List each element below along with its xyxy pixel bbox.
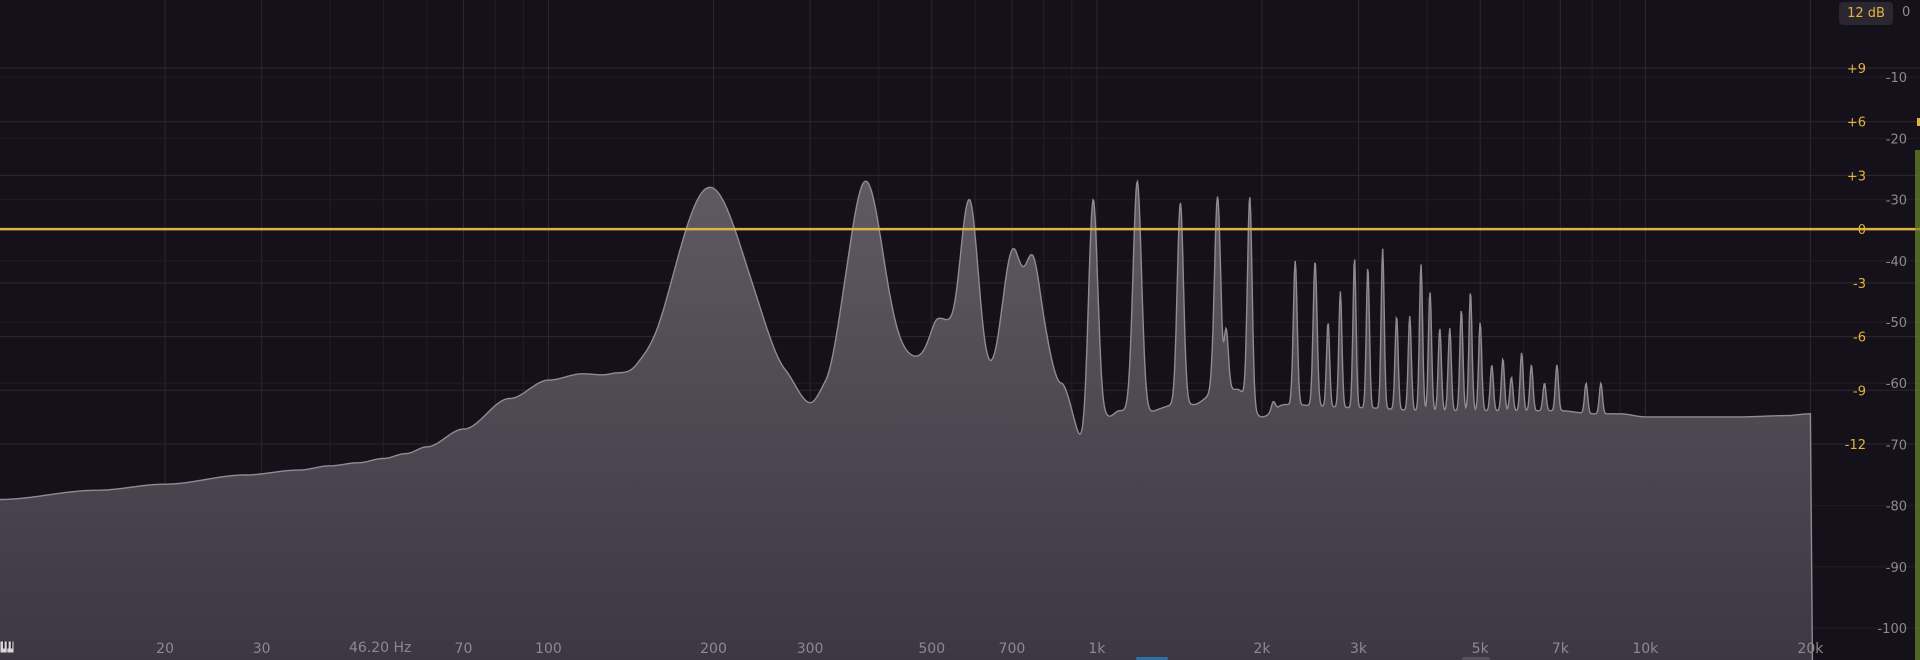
cursor-frequency-readout: 46.20 Hz xyxy=(349,640,412,656)
freq-tick-label: 70 xyxy=(455,641,473,657)
level-db-scale: -10 -20 -30 -40 -50 -60 -70 -80 -90 -100 xyxy=(1877,71,1907,637)
freq-tick-label: 10k xyxy=(1632,641,1659,657)
gain-tick-label: -3 xyxy=(1853,277,1866,292)
freq-tick-label: 20 xyxy=(156,641,174,657)
freq-tick-label: 20k xyxy=(1797,641,1824,657)
analyzer-display[interactable]: 20 30 70 100 200 300 500 700 1k 2k 3k 5k 7k 10k 20k +9… xyxy=(0,0,1920,660)
freq-tick-label: 100 xyxy=(535,641,562,657)
db-tick-label: -90 xyxy=(1886,561,1907,576)
db-tick-label: -60 xyxy=(1886,377,1907,392)
eq-gain-scale: +9 +6 +3 0 -3 -6 -9 -12 xyxy=(1845,62,1866,453)
gain-tick-label: +6 xyxy=(1847,116,1866,131)
db-tick-label: -100 xyxy=(1877,622,1907,637)
freq-tick-label: 3k xyxy=(1350,641,1368,657)
spectrum-fill-area xyxy=(0,181,1813,660)
db-tick-label: -20 xyxy=(1886,132,1907,147)
range-select-button[interactable]: 12 dB xyxy=(1839,2,1893,25)
freq-tick-label: 7k xyxy=(1552,641,1570,657)
gain-tick-label: -12 xyxy=(1845,438,1866,453)
gain-tick-label: +9 xyxy=(1847,62,1866,77)
freq-tick-label: 300 xyxy=(797,641,824,657)
piano-keys-icon[interactable] xyxy=(0,641,14,653)
freq-tick-label: 1k xyxy=(1088,641,1106,657)
freq-tick-label: 5k xyxy=(1472,641,1490,657)
freq-tick-label: 2k xyxy=(1253,641,1271,657)
db-tick-label: -80 xyxy=(1886,500,1907,515)
db-tick-label: -10 xyxy=(1886,71,1907,86)
db-tick-label: -40 xyxy=(1886,255,1907,270)
gain-tick-label: +3 xyxy=(1847,169,1866,184)
gain-tick-label: -6 xyxy=(1853,331,1866,346)
freq-tick-label: 700 xyxy=(999,641,1026,657)
db-tick-label: -50 xyxy=(1886,316,1907,331)
db-tick-label: -70 xyxy=(1886,438,1907,453)
gain-tick-label: -9 xyxy=(1853,384,1866,399)
spectrum-analyzer[interactable]: 20 30 70 100 200 300 500 700 1k 2k 3k 5k 7k 10k 20k +9… xyxy=(0,0,1920,660)
freq-tick-label: 30 xyxy=(253,641,271,657)
level-scale-top-label: 0 xyxy=(1902,5,1911,20)
db-tick-label: -30 xyxy=(1886,194,1907,209)
freq-tick-label: 200 xyxy=(700,641,727,657)
output-level-meter-bar xyxy=(1915,150,1920,660)
gain-tick-label: 0 xyxy=(1858,223,1866,238)
freq-tick-label: 500 xyxy=(918,641,945,657)
